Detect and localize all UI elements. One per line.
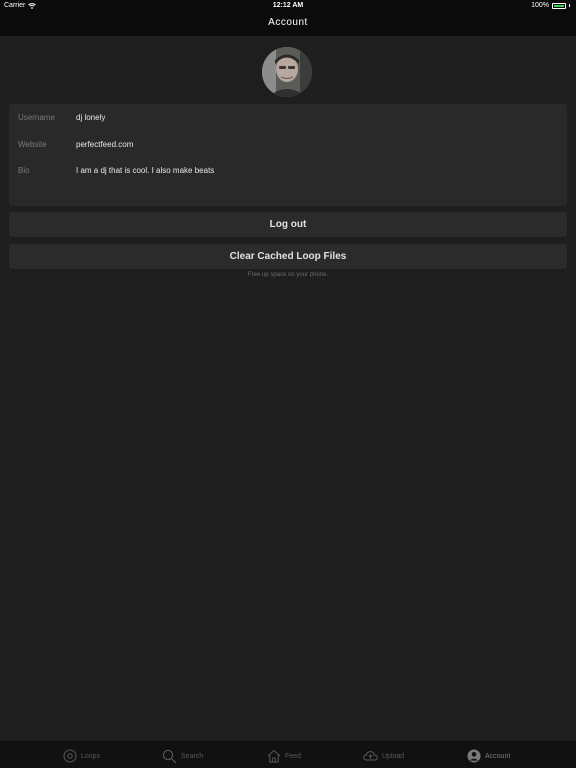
- clear-cache-hint: Free up space on your phone.: [247, 272, 329, 278]
- tab-upload[interactable]: Upload: [363, 748, 404, 764]
- website-label: Website: [18, 140, 47, 149]
- tab-loops[interactable]: Loops: [63, 748, 100, 764]
- tab-upload-label: Upload: [382, 752, 405, 760]
- bio-label: Bio: [18, 166, 30, 175]
- tab-bar: Loops Search Feed Upload Account: [0, 740, 576, 768]
- disc-icon: [63, 749, 77, 763]
- profile-card: Username dj lonely Website perfectfeed.c…: [9, 104, 567, 206]
- website-row[interactable]: Website perfectfeed.com: [9, 140, 567, 154]
- clear-cache-button[interactable]: Clear Cached Loop Files: [9, 244, 567, 269]
- tab-account-label: Account: [485, 752, 511, 760]
- user-photo-icon: [262, 47, 312, 97]
- home-icon: [267, 749, 281, 763]
- logout-button[interactable]: Log out: [9, 212, 567, 237]
- tab-feed[interactable]: Feed: [267, 748, 301, 764]
- avatar[interactable]: [262, 47, 312, 97]
- bio-value[interactable]: I am a dj that is cool. I also make beat…: [76, 166, 214, 175]
- username-row[interactable]: Username dj lonely: [9, 113, 567, 127]
- battery-icon: [552, 2, 566, 9]
- status-time: 12:12 AM: [272, 2, 304, 9]
- search-icon: [162, 749, 177, 763]
- page-title: Account: [268, 17, 308, 28]
- top-bar: Carrier 12:12 AM 100% Account: [0, 0, 576, 36]
- battery-info: 100%: [531, 2, 570, 9]
- tab-account[interactable]: Account: [467, 748, 510, 764]
- cloud-upload-icon: [363, 751, 378, 761]
- person-icon: [467, 749, 481, 763]
- battery-percent: 100%: [531, 2, 549, 9]
- bio-row[interactable]: Bio I am a dj that is cool. I also make …: [9, 166, 567, 180]
- status-bar: Carrier 12:12 AM 100%: [0, 0, 576, 12]
- tab-feed-label: Feed: [285, 752, 301, 760]
- tab-loops-label: Loops: [81, 752, 101, 760]
- tab-search-label: Search: [181, 752, 204, 760]
- tab-search[interactable]: Search: [162, 748, 203, 764]
- username-value[interactable]: dj lonely: [76, 113, 105, 122]
- username-label: Username: [18, 113, 55, 122]
- website-value[interactable]: perfectfeed.com: [76, 140, 133, 149]
